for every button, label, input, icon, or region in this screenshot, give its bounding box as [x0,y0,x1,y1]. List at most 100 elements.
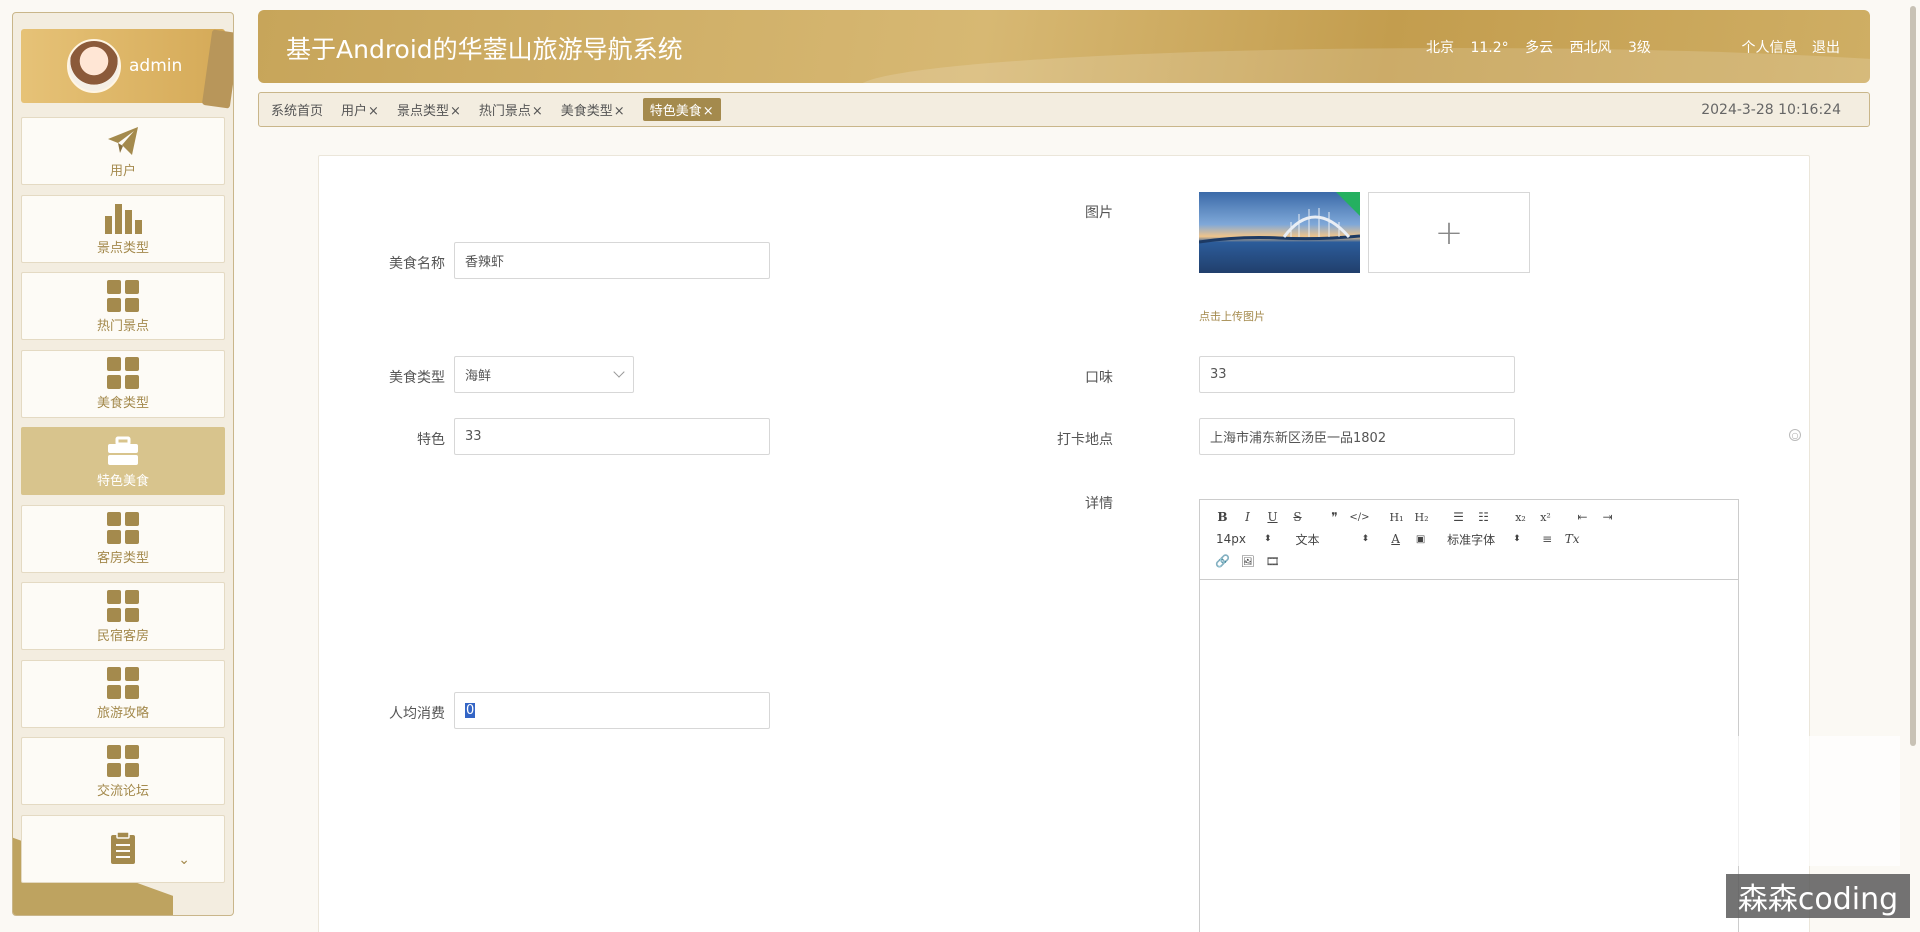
tab-home[interactable]: 系统首页 [271,100,323,119]
sidebar-item-label: 美食类型 [96,396,149,411]
video-icon[interactable]: 🎞 [1260,555,1285,568]
sidebar-item-label: 特色美食 [96,473,149,489]
food-name-value: 香辣虾 [465,255,505,270]
sidebar-item-room-types[interactable]: 客房类型 [21,504,225,573]
grid-icon [106,279,140,313]
logout-link[interactable]: 退出 [1812,40,1840,56]
subscript-icon[interactable]: x₂ [1508,511,1533,524]
select-arrow-icon: ⬍ [1513,534,1521,544]
outdent-icon[interactable]: ⇤ [1570,510,1595,524]
weather-info: 北京 11.2° 多云 西北风 3级 [1426,37,1659,57]
sidebar-item-label: 交流论坛 [96,783,149,799]
bullet-list-icon[interactable]: ☷ [1471,510,1496,524]
feature-label: 特色 [417,432,445,448]
avg-cost-input[interactable]: 0 [454,692,770,729]
superscript-icon[interactable]: x² [1533,511,1558,524]
close-icon[interactable]: × [368,104,379,119]
heading2-icon[interactable]: H₂ [1409,511,1434,524]
font-color-icon[interactable]: A [1383,532,1408,546]
select-arrow-icon: ⬍ [1264,534,1272,544]
chevron-down-icon[interactable]: ⌄ [178,852,190,868]
close-icon[interactable]: × [532,104,543,119]
close-icon[interactable]: × [614,104,625,119]
sidebar-item-forum[interactable]: 交流论坛 [21,737,225,805]
app-header: 基于Android的华蓥山旅游导航系统 北京 11.2° 多云 西北风 3级 个… [258,10,1870,83]
briefcase-icon [106,434,140,468]
sidebar-item-food-types[interactable]: 美食类型 [21,349,225,418]
align-icon[interactable]: ≡ [1535,532,1560,546]
sidebar-item-label: 客房类型 [96,551,149,566]
user-name: admin [129,56,183,76]
sidebar-item-label: 民宿客房 [96,628,149,644]
editor-content[interactable] [1200,580,1738,932]
form-panel: 美食名称 香辣虾 图片 + 点击上传图片 美食类型 海鲜 口味 33 特色 33… [318,155,1810,932]
location-label: 打卡地点 [1057,432,1113,448]
paragraph-select[interactable]: 文本 ⬍ [1296,531,1370,548]
tab-users[interactable]: 用户× [341,100,379,119]
bold-icon[interactable]: B [1210,510,1235,524]
tab-label: 美食类型 [560,104,613,119]
editor-toolbar: B I U S ❞ </> H₁ H₂ ☰ ☷ x₂ x² ⇤ ⇥ 14px ⬍… [1200,500,1738,580]
indent-icon[interactable]: ⇥ [1595,510,1620,524]
detail-label: 详情 [1085,496,1113,512]
taste-label: 口味 [1085,370,1113,386]
sidebar-item-special-food[interactable]: 特色美食 [21,427,225,495]
grid-icon [106,744,140,778]
select-arrow-icon: ⬍ [1361,534,1370,544]
taste-input[interactable]: 33 [1199,356,1515,393]
strikethrough-icon[interactable]: S [1285,510,1310,524]
code-block-icon[interactable]: </> [1347,512,1372,523]
font-family-select[interactable]: 标准字体 ⬍ [1447,531,1521,548]
sidebar-item-hot-scenic[interactable]: 热门景点 [21,272,225,340]
underline-icon[interactable]: U [1260,510,1285,524]
bar-chart-icon [104,201,142,235]
food-type-label: 美食类型 [389,370,445,386]
background-color-icon[interactable]: ▣ [1408,534,1433,545]
image-icon[interactable]: 🖼 [1235,555,1260,568]
upload-hint[interactable]: 点击上传图片 [1199,308,1265,324]
profile-link[interactable]: 个人信息 [1742,40,1798,56]
weather-wind: 西北风 [1569,40,1612,56]
food-name-label: 美食名称 [389,256,445,272]
food-name-input[interactable]: 香辣虾 [454,242,770,279]
sidebar-item-more[interactable]: ⌄ [21,814,225,883]
heading1-icon[interactable]: H₁ [1384,511,1409,524]
taste-value: 33 [1210,367,1227,382]
back-to-top-icon[interactable]: ○ [1789,429,1801,441]
tab-scenic-types[interactable]: 景点类型× [397,100,461,119]
rich-text-editor[interactable]: B I U S ❞ </> H₁ H₂ ☰ ☷ x₂ x² ⇤ ⇥ 14px ⬍… [1199,499,1739,932]
sidebar-item-scenic-types[interactable]: 景点类型 [21,194,225,263]
sidebar-item-travel-guides[interactable]: 旅游攻略 [21,659,225,728]
overlay-fade [1730,736,1900,866]
link-icon[interactable]: 🔗 [1210,554,1235,568]
grid-icon [106,511,140,545]
tab-food-types[interactable]: 美食类型× [561,100,625,119]
page-scrollbar[interactable] [1906,0,1920,932]
close-icon[interactable]: × [703,104,714,119]
feature-value: 33 [465,429,482,444]
tab-hot-scenic[interactable]: 热门景点× [479,100,543,119]
sidebar-item-homestay-rooms[interactable]: 民宿客房 [21,582,225,650]
location-input[interactable]: 上海市浦东新区汤臣一品1802 [1199,418,1515,455]
tab-label: 热门景点 [478,104,531,119]
food-type-value: 海鲜 [465,369,492,384]
feature-input[interactable]: 33 [454,418,770,455]
font-size-select[interactable]: 14px ⬍ [1216,532,1272,546]
sidebar: admin 用户 景点类型 热门景点 美食类型 特色美食 客房类型 民宿客房 旅… [12,12,234,916]
uploaded-image[interactable] [1199,192,1360,273]
food-type-select[interactable]: 海鲜 [454,356,634,393]
sidebar-item-label: 热门景点 [96,318,149,334]
watermark: 森森coding [1726,874,1910,918]
clear-format-icon[interactable]: Tx [1560,532,1585,546]
font-family-value: 标准字体 [1447,532,1496,547]
ordered-list-icon[interactable]: ☰ [1446,510,1471,524]
italic-icon[interactable]: I [1235,510,1260,524]
grid-icon [106,666,140,700]
blockquote-icon[interactable]: ❞ [1322,510,1347,524]
avatar[interactable] [67,39,121,93]
sidebar-item-users[interactable]: 用户 [21,117,225,185]
tab-special-food[interactable]: 特色美食× [642,98,721,121]
tab-label: 系统首页 [271,104,324,119]
upload-button[interactable]: + [1368,192,1530,273]
close-icon[interactable]: × [450,104,461,119]
